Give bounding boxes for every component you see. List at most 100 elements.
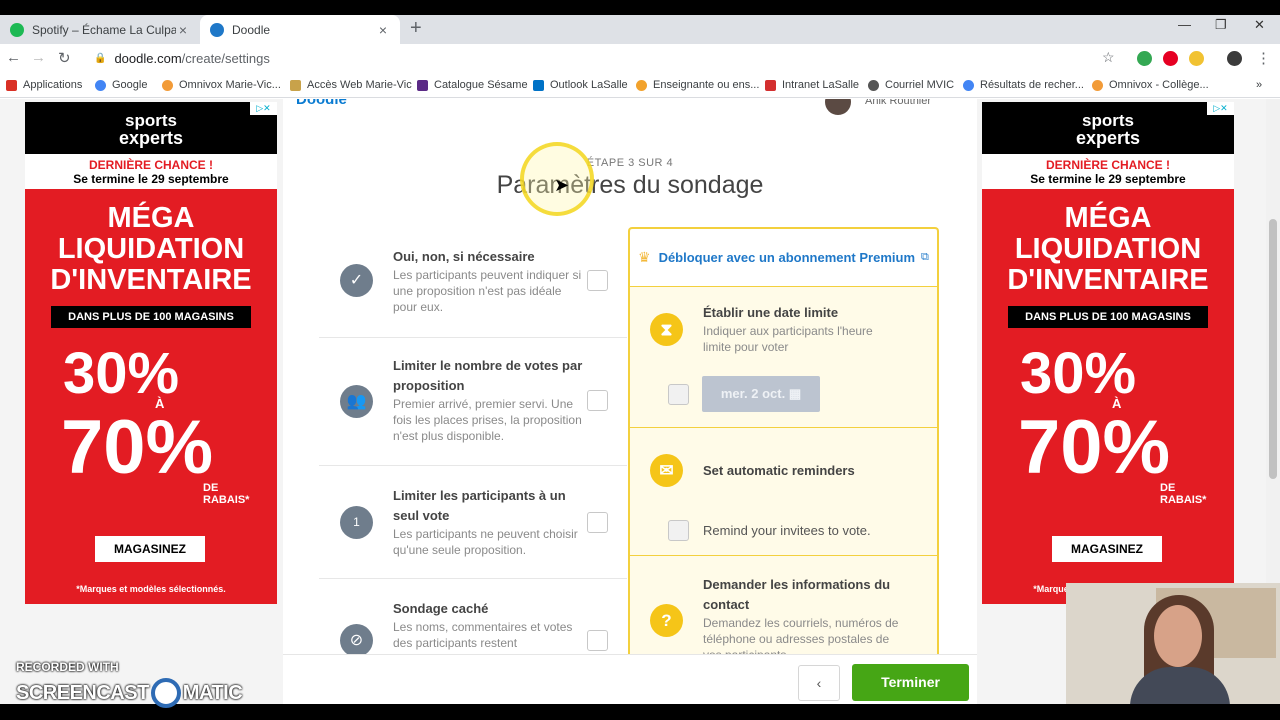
premium-header[interactable]: ♛ Débloquer avec un abonnement Premium ⧉	[630, 229, 937, 287]
option-description: Les participants peuvent indiquer si une…	[393, 268, 582, 314]
external-link-icon: ⧉	[921, 251, 929, 263]
question-icon: ?	[650, 604, 683, 637]
eye-off-icon: ⊘	[340, 624, 373, 657]
ad-rabais: DE RABAIS*	[203, 482, 250, 506]
calendar-icon: ▦	[788, 386, 802, 401]
premium-link[interactable]: Débloquer avec un abonnement Premium	[659, 250, 915, 265]
option-title: Sondage caché	[393, 601, 489, 616]
reminders-title: Set automatic reminders	[703, 463, 855, 478]
bookmark-applications[interactable]: Applications	[6, 79, 82, 91]
ad-stores: DANS PLUS DE 100 MAGASINS	[51, 306, 251, 328]
option-description: Les participants ne peuvent choisir qu'u…	[393, 527, 578, 557]
ad-brand: sports experts	[25, 102, 277, 154]
lock-icon: 🔒	[94, 53, 107, 64]
close-tab-icon[interactable]: ×	[176, 22, 190, 38]
wizard-footer: ‹ Terminer	[283, 654, 977, 704]
spotify-icon	[10, 22, 24, 37]
ad-brand: sports experts	[982, 102, 1234, 154]
tab-strip: Spotify – Échame La Culpa × Doodle × +	[0, 15, 1280, 44]
option-title: Limiter les participants à un seul vote	[393, 488, 566, 523]
deadline-description: Indiquer aux participants l'heure limite…	[703, 324, 873, 354]
bookmark-intranet[interactable]: Intranet LaSalle	[765, 79, 859, 91]
check-circle-icon: ✓	[340, 264, 373, 297]
webcam-overlay	[1066, 583, 1280, 704]
scrollbar-thumb[interactable]	[1269, 219, 1277, 479]
bookmark-catalogue[interactable]: Catalogue Sésame	[417, 79, 528, 91]
new-tab-icon[interactable]: +	[410, 17, 422, 40]
user-avatar[interactable]	[825, 99, 851, 115]
advertisement-right[interactable]: ▷✕ sports experts DERNIÈRE CHANCE ! Se t…	[982, 102, 1234, 604]
reminders-checkbox[interactable]	[668, 520, 689, 541]
option-title: Oui, non, si nécessaire	[393, 249, 535, 264]
bookmark-resultats[interactable]: Résultats de recher...	[963, 79, 1084, 91]
close-tab-icon[interactable]: ×	[376, 22, 390, 38]
screencast-logo-icon	[150, 678, 181, 708]
url-path: /create/settings	[181, 51, 270, 66]
ad-fine-print: *Marques et modèles sélectionnés.	[76, 584, 226, 594]
ad-choices-icon[interactable]: ▷✕	[250, 102, 277, 115]
url-host: doodle.com	[114, 51, 182, 66]
deadline-date-picker[interactable]: mer. 2 oct. ▦	[702, 376, 820, 412]
ad-headline: MÉGA LIQUIDATION D'INVENTAIRE	[50, 202, 252, 296]
extension-pinterest-icon[interactable]	[1163, 51, 1178, 66]
back-arrow-icon[interactable]: ←	[6, 49, 21, 66]
option-yes-no-ifneedbe: ✓ Oui, non, si nécessaire Les participan…	[319, 247, 627, 327]
option-checkbox[interactable]	[587, 390, 608, 411]
menu-icon[interactable]: ⋮	[1256, 49, 1271, 67]
ad-shop-button[interactable]: MAGASINEZ	[1052, 536, 1162, 562]
bookmark-omnivox[interactable]: Omnivox Marie-Vic...	[162, 79, 281, 91]
maximize-icon[interactable]: ❐	[1215, 17, 1227, 33]
doodle-icon	[210, 22, 224, 37]
ad-shop-button[interactable]: MAGASINEZ	[95, 536, 205, 562]
extension-grammarly-icon[interactable]	[1137, 51, 1152, 66]
option-single-vote: 1 Limiter les participants à un seul vot…	[319, 486, 627, 566]
option-checkbox[interactable]	[587, 270, 608, 291]
bookmark-acces-web[interactable]: Accès Web Marie-Vic	[290, 79, 412, 91]
extension-icon[interactable]	[1189, 51, 1204, 66]
doodle-logo[interactable]: Doodle	[296, 99, 347, 108]
divider	[630, 555, 937, 556]
bookmark-star-icon[interactable]: ☆	[1102, 49, 1115, 66]
profile-avatar[interactable]	[1227, 51, 1242, 66]
close-window-icon[interactable]: ✕	[1254, 17, 1265, 33]
reminders-label: Remind your invitees to vote.	[703, 523, 871, 538]
option-checkbox[interactable]	[587, 512, 608, 533]
option-description: Premier arrivé, premier servi. Une fois …	[393, 397, 582, 443]
ad-percent-high: 70%	[1018, 405, 1171, 490]
number-one-icon: 1	[340, 506, 373, 539]
ad-stores: DANS PLUS DE 100 MAGASINS	[1008, 306, 1208, 328]
deadline-checkbox[interactable]	[668, 384, 689, 405]
screencast-watermark: RECORDED WITH SCREENCAST MATIC	[16, 660, 243, 708]
tab-title: Spotify – Échame La Culpa	[32, 22, 176, 37]
minimize-icon[interactable]: —	[1178, 17, 1191, 32]
back-button[interactable]: ‹	[798, 665, 840, 701]
option-checkbox[interactable]	[587, 630, 608, 651]
crown-icon: ♛	[638, 249, 651, 265]
ad-headline: MÉGA LIQUIDATION D'INVENTAIRE	[1007, 202, 1209, 296]
bookmark-google[interactable]: Google	[95, 79, 147, 91]
ad-choices-icon[interactable]: ▷✕	[1207, 102, 1234, 115]
screen-top-border	[0, 0, 1280, 15]
bookmark-outlook[interactable]: Outlook LaSalle	[533, 79, 628, 91]
finish-button[interactable]: Terminer	[852, 664, 969, 701]
tab-spotify[interactable]: Spotify – Échame La Culpa ×	[0, 15, 200, 44]
option-limit-votes: 👥 Limiter le nombre de votes par proposi…	[319, 356, 627, 456]
advertisement-left[interactable]: ▷✕ sports experts DERNIÈRE CHANCE ! Se t…	[25, 102, 277, 604]
more-bookmarks-icon[interactable]: »	[1256, 79, 1262, 91]
forward-arrow-icon[interactable]: →	[31, 49, 46, 66]
tab-doodle[interactable]: Doodle ×	[200, 15, 400, 44]
ad-banner: DERNIÈRE CHANCE ! Se termine le 29 septe…	[25, 154, 277, 189]
bookmark-courriel[interactable]: Courriel MVIC	[868, 79, 954, 91]
ad-percent-low: 30%	[63, 341, 180, 406]
hourglass-icon: ⧗	[650, 313, 683, 346]
user-name[interactable]: Anik Routhier	[865, 99, 931, 107]
divider	[630, 427, 937, 428]
bookmark-omnivox-college[interactable]: Omnivox - Collège...	[1092, 79, 1209, 91]
divider	[319, 465, 627, 466]
envelope-icon: ✉	[650, 454, 683, 487]
url-field[interactable]: 🔒 doodle.com/create/settings	[86, 46, 1126, 71]
deadline-title: Établir une date limite	[703, 305, 839, 320]
bookmarks-bar: Applications Google Omnivox Marie-Vic...…	[0, 73, 1280, 98]
reload-icon[interactable]: ↻	[58, 49, 71, 67]
bookmark-enseignante[interactable]: Enseignante ou ens...	[636, 79, 759, 91]
